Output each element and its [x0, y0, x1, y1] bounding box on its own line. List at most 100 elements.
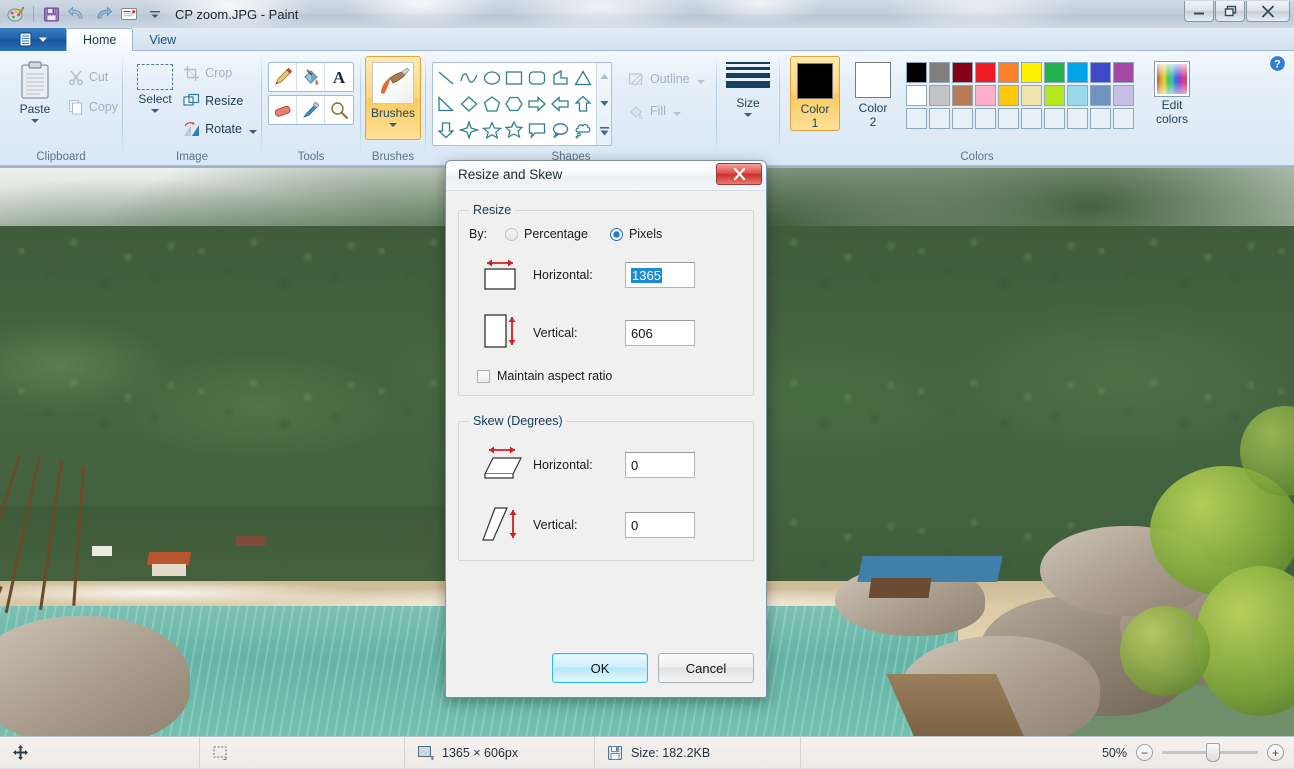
shape-triangle[interactable] [571, 65, 594, 91]
color-swatch-3-9[interactable] [1090, 108, 1111, 129]
select-dropdown-arrow[interactable] [151, 109, 160, 113]
shape-line[interactable] [435, 65, 458, 91]
undo-icon[interactable] [65, 3, 89, 25]
radio-percentage[interactable]: Percentage [505, 227, 588, 241]
color-swatch-3-5[interactable] [998, 108, 1019, 129]
color-swatch-1-8[interactable] [1067, 62, 1088, 83]
shapes-gallery[interactable] [432, 62, 612, 146]
shape-left-arrow[interactable] [549, 91, 572, 117]
magnifier-tool-button[interactable] [325, 96, 353, 124]
resize-vertical-input[interactable]: 606 [625, 320, 695, 346]
shape-polygon[interactable] [549, 65, 572, 91]
color-swatch-2-7[interactable] [1044, 85, 1065, 106]
skew-vertical-input[interactable]: 0 [625, 512, 695, 538]
paint-app-icon[interactable] [4, 3, 28, 25]
color-swatch-1-10[interactable] [1113, 62, 1134, 83]
shape-rounded-rectangle[interactable] [526, 65, 549, 91]
shapes-scroll-up-button[interactable] [597, 63, 611, 90]
color-swatch-3-8[interactable] [1067, 108, 1088, 129]
color-swatch-2-10[interactable] [1113, 85, 1134, 106]
redo-icon[interactable] [91, 3, 115, 25]
color-picker-tool-button[interactable] [297, 96, 325, 124]
shapes-scroll-down-button[interactable] [597, 90, 611, 117]
resize-horizontal-input[interactable]: 1365 [625, 262, 695, 288]
shape-up-arrow[interactable] [571, 91, 594, 117]
paste-button[interactable]: Paste [6, 56, 64, 123]
brushes-dropdown-arrow[interactable] [389, 123, 397, 127]
pencil-tool-button[interactable] [269, 63, 297, 91]
color-swatch-2-6[interactable] [1021, 85, 1042, 106]
shapes-scrollbar[interactable] [596, 63, 611, 145]
color-swatch-3-10[interactable] [1113, 108, 1134, 129]
zoom-control[interactable]: 50% − + [1092, 743, 1294, 762]
shape-rectangle[interactable] [503, 65, 526, 91]
color-swatch-2-2[interactable] [929, 85, 950, 106]
zoom-slider-track[interactable] [1162, 743, 1258, 762]
color-swatch-1-6[interactable] [1021, 62, 1042, 83]
color-swatch-3-4[interactable] [975, 108, 996, 129]
edit-colors-button[interactable]: Edit colors [1142, 56, 1202, 126]
paste-dropdown-arrow[interactable] [30, 119, 39, 123]
maintain-aspect-ratio-row[interactable]: Maintain aspect ratio [469, 369, 743, 383]
file-menu-button[interactable] [0, 28, 66, 51]
color2-button[interactable]: Color 2 [848, 56, 898, 129]
fill-with-color-tool-button[interactable] [297, 63, 325, 91]
eraser-tool-button[interactable] [269, 96, 297, 124]
title-bar[interactable]: CP zoom.JPG - Paint [0, 0, 1294, 28]
ok-button[interactable]: OK [552, 653, 648, 683]
ribbon-tab-strip[interactable]: Home View [0, 28, 1294, 51]
color-swatch-3-3[interactable] [952, 108, 973, 129]
radio-pixels-indicator[interactable] [609, 227, 623, 241]
color-swatch-3-1[interactable] [906, 108, 927, 129]
shape-hexagon[interactable] [503, 91, 526, 117]
shape-diamond[interactable] [458, 91, 481, 117]
color-swatch-1-7[interactable] [1044, 62, 1065, 83]
select-button[interactable]: Select [131, 56, 179, 113]
resize-button[interactable]: Resize [179, 88, 261, 114]
color-swatch-2-3[interactable] [952, 85, 973, 106]
color1-button[interactable]: Color 1 [790, 56, 840, 131]
color-swatch-2-9[interactable] [1090, 85, 1111, 106]
shape-oval-callout[interactable] [549, 117, 572, 143]
shape-down-arrow[interactable] [435, 117, 458, 143]
rotate-dropdown-arrow[interactable] [249, 130, 257, 134]
zoom-slider-thumb[interactable] [1206, 743, 1220, 762]
close-button[interactable] [1246, 1, 1290, 22]
maintain-aspect-ratio-checkbox[interactable] [477, 369, 490, 383]
shape-right-triangle[interactable] [435, 91, 458, 117]
shape-pentagon[interactable] [480, 91, 503, 117]
color-swatch-2-4[interactable] [975, 85, 996, 106]
shape-rounded-callout[interactable] [526, 117, 549, 143]
dialog-close-button[interactable] [716, 163, 762, 185]
shape-right-arrow[interactable] [526, 91, 549, 117]
color-swatch-1-4[interactable] [975, 62, 996, 83]
cancel-button[interactable]: Cancel [658, 653, 754, 683]
radio-pixels[interactable]: Pixels [609, 227, 662, 241]
help-button[interactable]: ? [1268, 54, 1287, 73]
save-icon[interactable] [39, 3, 63, 25]
window-controls[interactable] [1183, 1, 1290, 22]
color-swatch-2-8[interactable] [1067, 85, 1088, 106]
ribbon[interactable]: Paste Cut Copy Clipboard Select Crop Res… [0, 51, 1294, 166]
color-swatch-1-5[interactable] [998, 62, 1019, 83]
shape-curve[interactable] [458, 65, 481, 91]
minimize-button[interactable] [1184, 1, 1214, 22]
color-palette[interactable] [906, 56, 1134, 129]
restore-button[interactable] [1215, 1, 1245, 22]
color-swatch-3-2[interactable] [929, 108, 950, 129]
color-swatch-1-3[interactable] [952, 62, 973, 83]
customize-qat-icon[interactable] [143, 3, 167, 25]
text-tool-button[interactable]: A [325, 63, 353, 91]
shape-cloud-callout[interactable] [571, 117, 594, 143]
color-swatch-3-7[interactable] [1044, 108, 1065, 129]
shape-five-point-star[interactable] [480, 117, 503, 143]
color-swatch-2-5[interactable] [998, 85, 1019, 106]
shape-oval[interactable] [480, 65, 503, 91]
brushes-button[interactable]: Brushes [365, 56, 421, 140]
resize-and-skew-dialog[interactable]: Resize and Skew Resize By: Percentage Pi… [445, 160, 767, 698]
rotate-button[interactable]: Rotate [179, 116, 261, 142]
radio-percentage-indicator[interactable] [505, 227, 518, 241]
color-swatch-2-1[interactable] [906, 85, 927, 106]
tab-home[interactable]: Home [66, 28, 134, 51]
shape-four-point-star[interactable] [458, 117, 481, 143]
